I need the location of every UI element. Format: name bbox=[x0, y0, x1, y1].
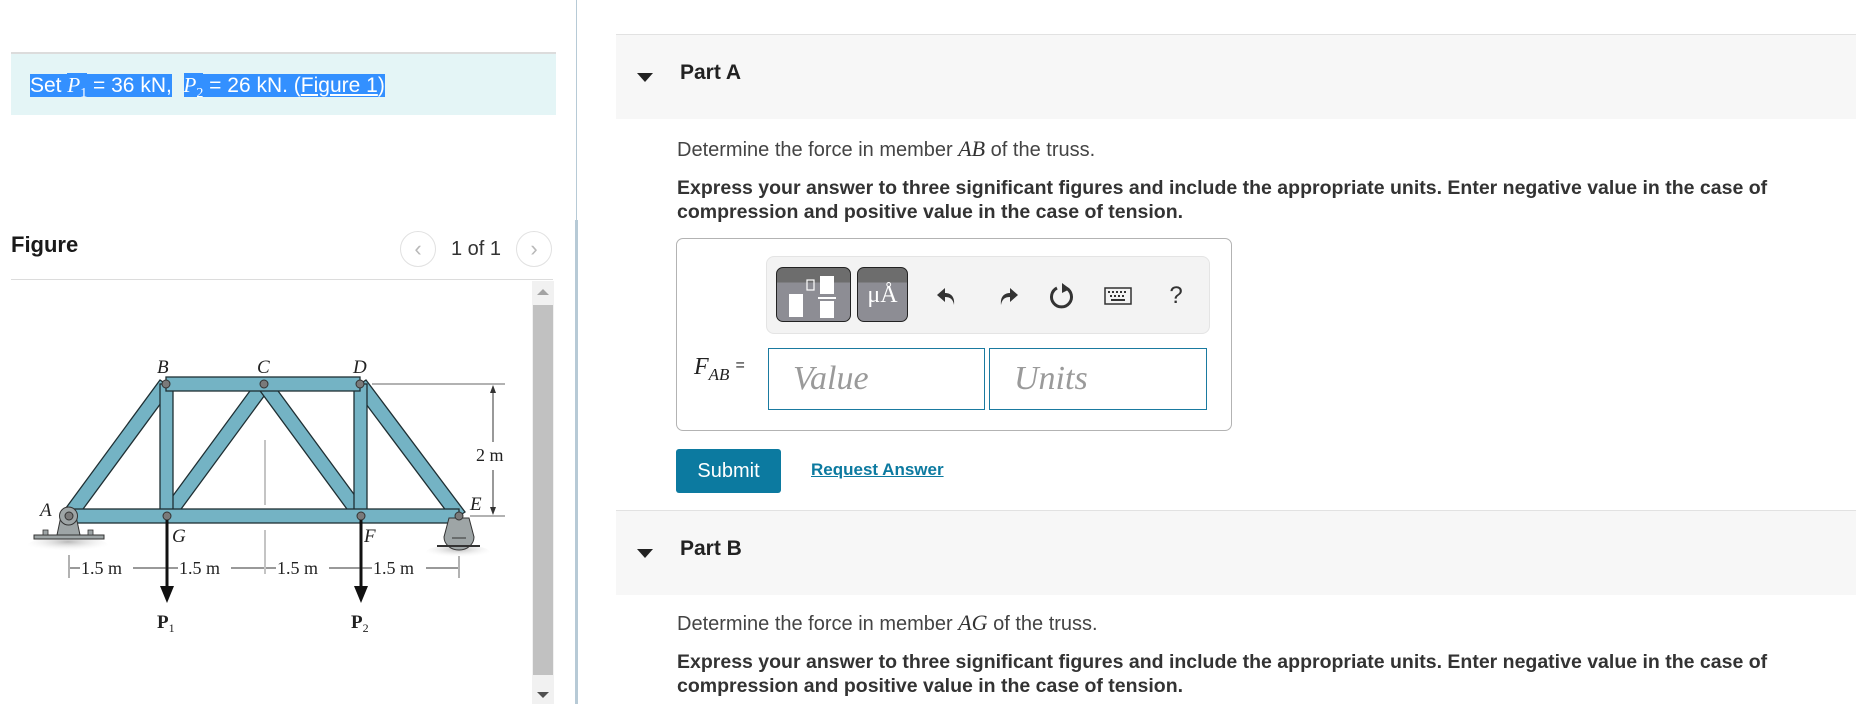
problem-statement: Set P1 = 36 kN, P2 = 26 kN. (Figure 1) bbox=[30, 72, 385, 107]
joint-label-F: F bbox=[363, 526, 376, 547]
height-arrow-top bbox=[490, 385, 496, 393]
support-A-base bbox=[33, 534, 105, 540]
figure-page-indicator: 1 of 1 bbox=[451, 238, 502, 260]
units-button[interactable]: μÅ bbox=[857, 267, 908, 322]
truss-figure: 2 m A B C D E F G P1 P2 1.5 m 1.5 m 1.5 … bbox=[28, 357, 505, 635]
keyboard-icon bbox=[1104, 287, 1132, 305]
p2-symbol: P2 bbox=[183, 73, 204, 101]
undo-icon bbox=[937, 288, 955, 305]
templates-icon bbox=[789, 276, 836, 318]
load-label-P1: P1 bbox=[157, 612, 175, 635]
next-figure-button[interactable]: › bbox=[516, 231, 552, 267]
member-BG bbox=[159, 383, 174, 517]
joint-label-B: B bbox=[157, 357, 169, 378]
part-b-instructions: Express your answer to three significant… bbox=[677, 651, 1768, 697]
collapse-caret-icon bbox=[637, 549, 653, 558]
load-label-P2: P2 bbox=[351, 612, 369, 635]
answer-variable-label: FAB = bbox=[694, 354, 745, 384]
scroll-down-arrow-icon[interactable] bbox=[537, 692, 549, 698]
member-DF bbox=[353, 383, 368, 517]
chevron-left-icon: ‹ bbox=[414, 236, 422, 261]
value-input[interactable] bbox=[768, 348, 985, 410]
joint-label-D: D bbox=[352, 357, 367, 378]
redo-icon bbox=[1000, 288, 1018, 305]
help-button[interactable]: ? bbox=[1161, 281, 1191, 311]
member-name: AB bbox=[958, 136, 986, 161]
height-label: 2 m bbox=[476, 445, 504, 465]
templates-button[interactable] bbox=[776, 267, 851, 322]
member-CF bbox=[257, 379, 368, 521]
keyboard-button[interactable] bbox=[1103, 281, 1133, 311]
joint-label-A: A bbox=[38, 500, 52, 521]
reset-button[interactable] bbox=[1047, 281, 1077, 311]
part-a-instructions: Express your answer to three significant… bbox=[677, 177, 1768, 223]
collapse-caret-icon bbox=[637, 73, 653, 82]
height-arrow-bottom bbox=[490, 507, 496, 515]
truss-members bbox=[62, 376, 466, 524]
pane-resize-handle[interactable] bbox=[575, 220, 578, 704]
reset-icon bbox=[1050, 283, 1073, 309]
part-b-label: Part B bbox=[680, 537, 742, 560]
figure-link[interactable]: Figure 1 bbox=[301, 74, 378, 97]
span-label-2: 1.5 m bbox=[179, 558, 220, 578]
statement-prefix: Set bbox=[30, 74, 68, 97]
problem-statement-box: Set P1 = 36 kN, P2 = 26 kN. (Figure 1) bbox=[11, 52, 556, 115]
load-arrow-P2 bbox=[354, 586, 368, 603]
joint-label-E: E bbox=[469, 494, 482, 515]
request-answer-link[interactable]: Request Answer bbox=[811, 460, 944, 480]
units-input[interactable] bbox=[989, 348, 1207, 410]
math-toolbar: μÅ ? bbox=[766, 256, 1210, 334]
redo-button[interactable] bbox=[993, 281, 1023, 311]
previous-figure-button[interactable]: ‹ bbox=[400, 231, 436, 267]
joint-label-C: C bbox=[257, 357, 270, 378]
p1-symbol: P1 bbox=[67, 73, 88, 101]
p1-value: = 36 kN, bbox=[87, 74, 172, 97]
span-label-3: 1.5 m bbox=[277, 558, 318, 578]
part-a-label: Part A bbox=[680, 61, 742, 84]
part-a-header[interactable]: Part A bbox=[616, 34, 1856, 119]
chevron-right-icon: › bbox=[530, 236, 538, 261]
member-DE bbox=[353, 379, 466, 521]
scroll-up-arrow-icon[interactable] bbox=[537, 289, 549, 295]
span-label-1: 1.5 m bbox=[81, 558, 122, 578]
member-GC bbox=[160, 379, 271, 521]
figure-title: Figure bbox=[11, 232, 79, 257]
joint-label-G: G bbox=[172, 526, 186, 547]
member-AE bbox=[68, 508, 460, 524]
member-name: AG bbox=[958, 610, 988, 635]
part-b-header[interactable]: Part B bbox=[616, 510, 1856, 595]
load-arrow-P1 bbox=[160, 586, 174, 603]
span-label-4: 1.5 m bbox=[373, 558, 414, 578]
scrollbar-thumb[interactable] bbox=[533, 305, 553, 675]
undo-button[interactable] bbox=[932, 281, 962, 311]
part-a-question: Determine the force in member AB of the … bbox=[677, 136, 1096, 161]
submit-button[interactable]: Submit bbox=[676, 449, 781, 493]
member-AB bbox=[62, 379, 173, 521]
figure-scrollbar[interactable] bbox=[532, 281, 554, 704]
part-b-question: Determine the force in member AG of the … bbox=[677, 610, 1098, 635]
p2-value: = 26 kN. (Figure 1) bbox=[203, 74, 385, 97]
